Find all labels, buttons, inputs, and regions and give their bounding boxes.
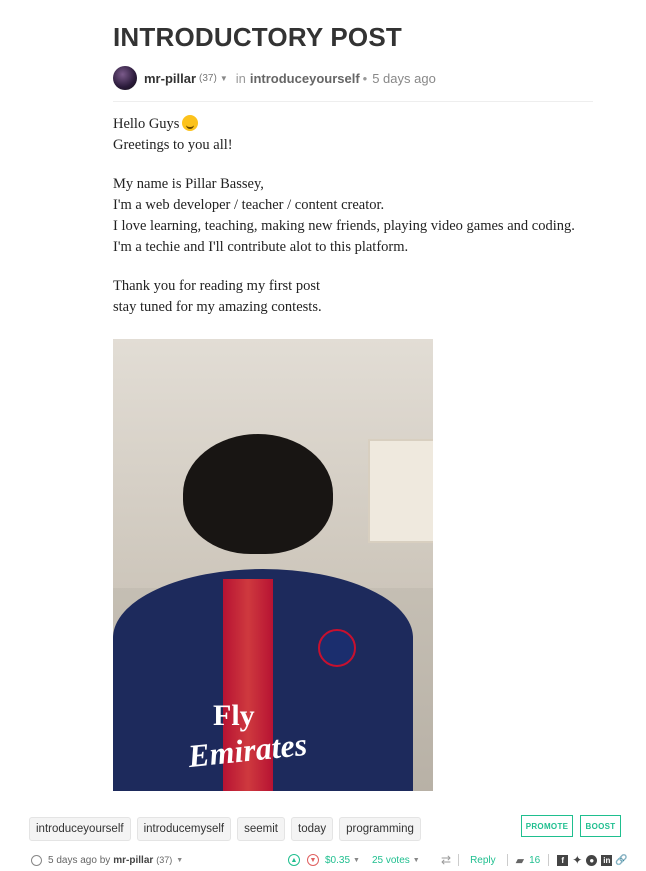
body-line: Thank you for reading my first post: [113, 278, 320, 294]
post-photo[interactable]: Fly Emirates: [113, 339, 433, 791]
body-line: Greetings to you all!: [113, 137, 233, 153]
chevron-down-icon[interactable]: ▼: [220, 74, 228, 83]
tag[interactable]: introducemyself: [136, 817, 232, 841]
post-title: INTRODUCTORY POST: [113, 22, 402, 52]
post-footer: 5 days ago by mr-pillar (37) ▼ ▲ ▼ $0.35…: [31, 851, 631, 869]
resteem-icon[interactable]: ⇄: [441, 853, 451, 867]
payout-value[interactable]: $0.35: [325, 855, 350, 866]
downvote-icon[interactable]: ▼: [307, 854, 319, 866]
footer-time[interactable]: 5 days ago by: [48, 855, 110, 866]
facebook-icon[interactable]: f: [557, 854, 569, 866]
footer-author[interactable]: mr-pillar: [113, 855, 153, 866]
photo-crest: [318, 629, 356, 667]
divider: [113, 101, 593, 102]
linkedin-icon[interactable]: in: [601, 854, 613, 866]
reputation-badge: (37): [199, 72, 217, 84]
promote-button[interactable]: PROMOTE: [521, 815, 573, 837]
post-byline: mr-pillar (37) ▼ in introduceyourself • …: [113, 65, 436, 91]
photo-window: [368, 439, 433, 543]
chevron-down-icon[interactable]: ▼: [413, 857, 420, 864]
photo-hair: [183, 434, 333, 554]
separator-dot: •: [362, 70, 368, 86]
reddit-icon[interactable]: ●: [586, 854, 598, 866]
body-line: I love learning, teaching, making new fr…: [113, 218, 575, 234]
author-link[interactable]: mr-pillar: [144, 71, 196, 86]
comment-icon[interactable]: ▰: [516, 854, 524, 867]
photo-text-fly: Fly: [213, 699, 255, 732]
tag[interactable]: programming: [339, 817, 421, 841]
separator: [458, 854, 460, 866]
link-icon[interactable]: 🔗: [615, 855, 627, 866]
tag[interactable]: introduceyourself: [29, 817, 131, 841]
twitter-icon[interactable]: ✦: [572, 853, 582, 867]
body-line: Hello Guys: [113, 116, 180, 132]
body-line: I'm a techie and I'll contribute alot to…: [113, 239, 409, 255]
body-line: stay tuned for my amazing contests.: [113, 299, 322, 315]
paragraph: Thank you for reading my first post stay…: [113, 276, 593, 318]
in-label: in: [235, 70, 246, 86]
paragraph: Hello Guys Greetings to you all!: [113, 114, 593, 156]
upvote-icon[interactable]: ▲: [288, 854, 300, 866]
post-body: Hello Guys Greetings to you all! My name…: [113, 114, 593, 318]
separator: [506, 854, 508, 866]
post-time[interactable]: 5 days ago: [372, 71, 436, 86]
footer-reputation: (37): [156, 855, 173, 865]
boost-button[interactable]: BOOST: [580, 815, 621, 837]
clock-icon: [31, 854, 42, 866]
comment-count[interactable]: 16: [529, 855, 540, 866]
hugging-emoji-icon: [182, 115, 199, 131]
separator: [548, 854, 550, 866]
tag[interactable]: seemit: [237, 817, 285, 841]
paragraph: My name is Pillar Bassey, I'm a web deve…: [113, 174, 593, 258]
body-line: My name is Pillar Bassey,: [113, 176, 264, 192]
community-link[interactable]: introduceyourself: [250, 71, 360, 86]
tag[interactable]: today: [291, 817, 334, 841]
tag-list: introduceyourself introducemyself seemit…: [29, 817, 421, 841]
avatar[interactable]: [113, 66, 137, 90]
chevron-down-icon[interactable]: ▼: [176, 857, 183, 864]
chevron-down-icon[interactable]: ▼: [353, 857, 360, 864]
body-line: I'm a web developer / teacher / content …: [113, 197, 385, 213]
reply-link[interactable]: Reply: [470, 855, 496, 866]
vote-count[interactable]: 25 votes: [372, 855, 410, 866]
